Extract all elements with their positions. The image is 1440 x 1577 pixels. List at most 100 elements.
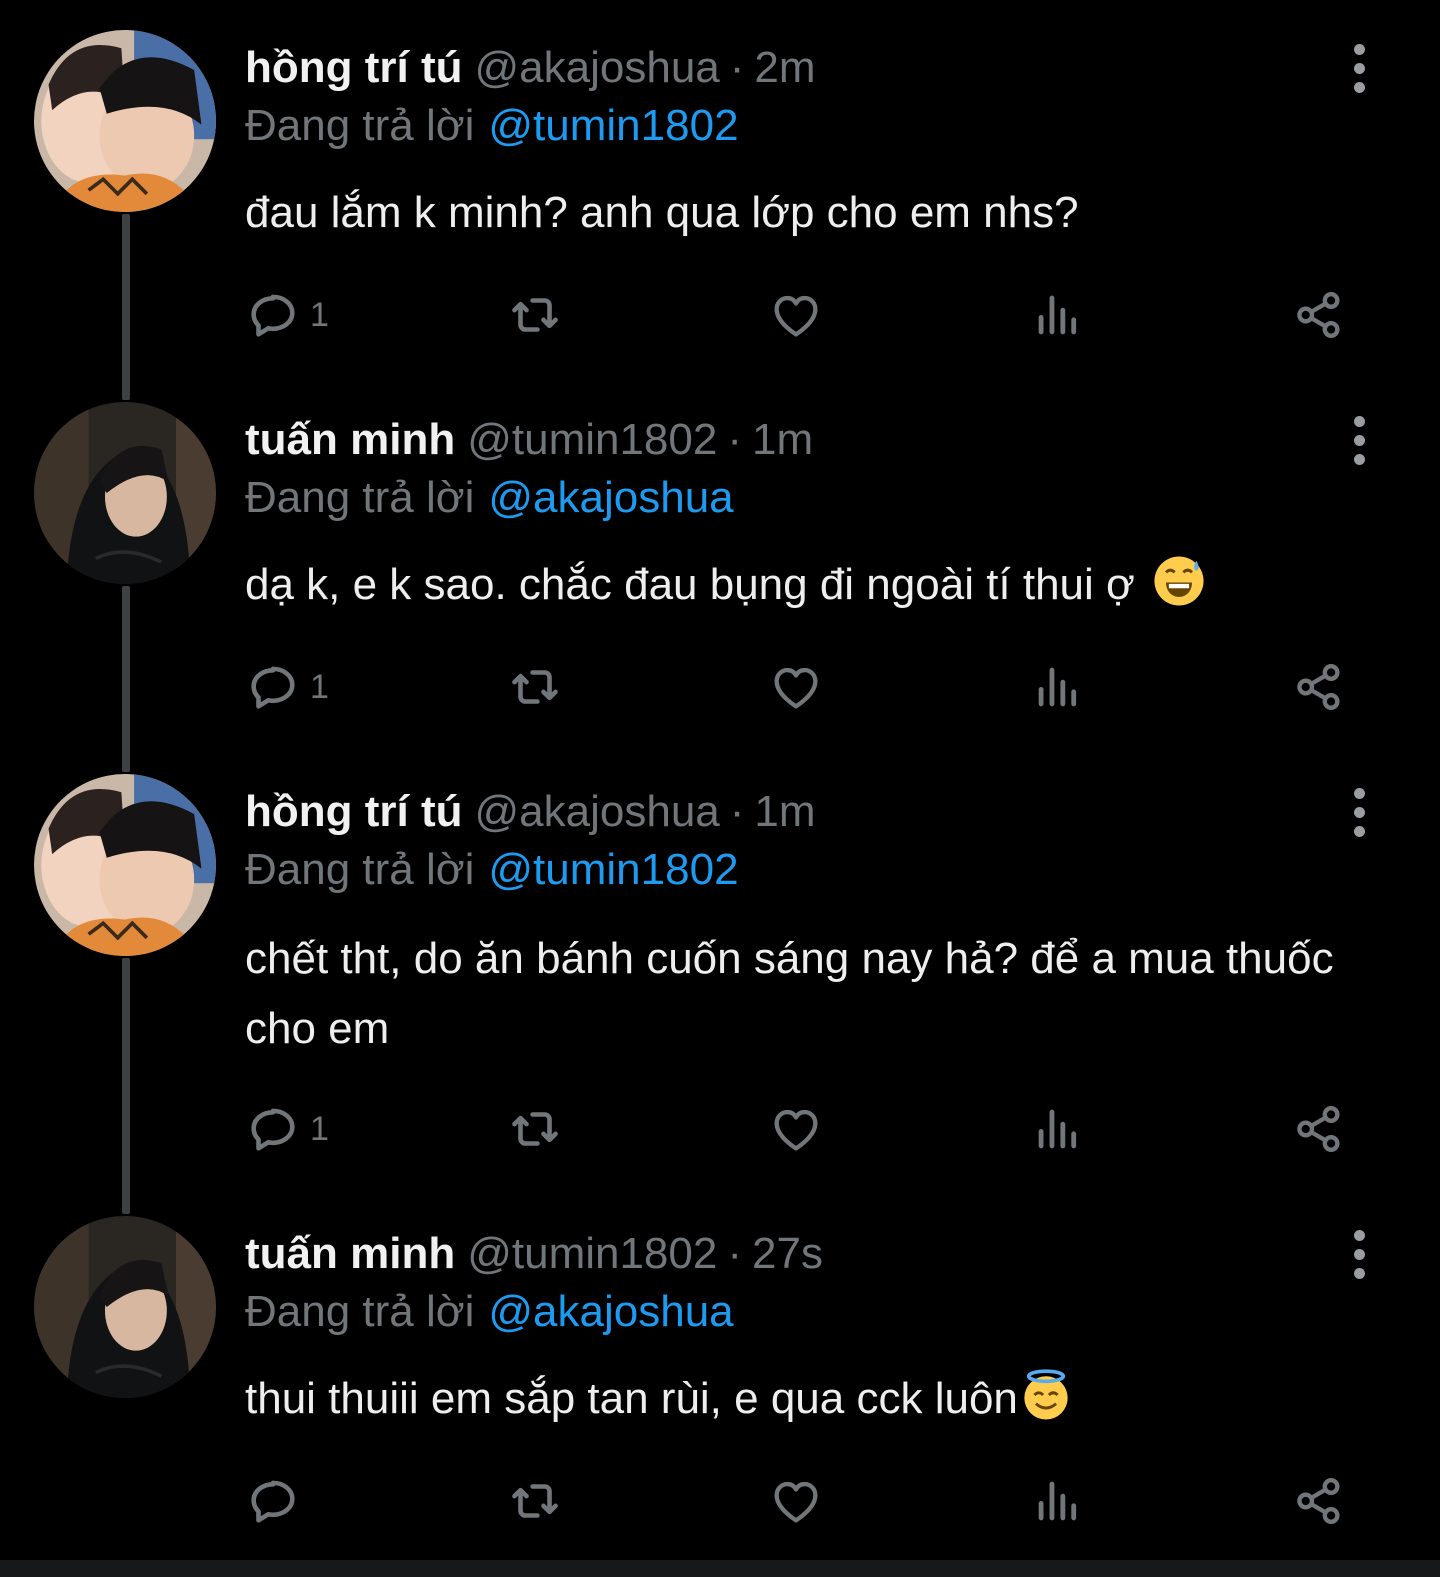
views-button[interactable] xyxy=(1029,652,1087,722)
display-name[interactable]: tuấn minh xyxy=(245,1226,455,1282)
replying-to: Đang trả lời @tumin1802 xyxy=(245,98,739,154)
avatar[interactable] xyxy=(34,402,216,584)
reply-button[interactable]: 1 xyxy=(244,280,329,350)
grinning-sweat-emoji-icon xyxy=(1154,556,1204,606)
share-icon xyxy=(1297,1106,1340,1152)
share-button[interactable] xyxy=(1290,1094,1348,1164)
timestamp[interactable]: 1m xyxy=(752,412,813,468)
avatar[interactable] xyxy=(34,30,216,212)
views-button[interactable] xyxy=(1029,1094,1087,1164)
views-button[interactable] xyxy=(1029,1466,1087,1536)
tweet-header: tuấn minh @tumin1802 · 1m xyxy=(245,412,813,468)
more-options-icon[interactable] xyxy=(1336,782,1382,842)
more-options-icon[interactable] xyxy=(1336,410,1382,470)
like-button[interactable] xyxy=(767,280,825,350)
views-icon xyxy=(1038,667,1077,707)
like-icon xyxy=(774,295,818,337)
tweet-actions xyxy=(0,1466,1440,1536)
retweet-button[interactable] xyxy=(506,1094,564,1164)
replying-to: Đang trả lời @akajoshua xyxy=(245,1284,734,1340)
user-handle[interactable]: @tumin1802 xyxy=(467,412,717,468)
share-icon xyxy=(1297,664,1340,710)
separator-dot: · xyxy=(729,787,745,836)
share-button[interactable] xyxy=(1290,280,1348,350)
tweet-text: dạ k, e k sao. chắc đau bụng đi ngoài tí… xyxy=(245,550,1375,620)
user-handle[interactable]: @akajoshua xyxy=(475,40,720,96)
retweet-icon xyxy=(512,1484,558,1518)
replying-to: Đang trả lời @tumin1802 xyxy=(245,842,739,898)
share-button[interactable] xyxy=(1290,1466,1348,1536)
timestamp[interactable]: 2m xyxy=(754,40,815,96)
tweet-header: hồng trí tú @akajoshua · 1m xyxy=(245,784,816,840)
tweet-text-content: dạ k, e k sao. chắc đau bụng đi ngoài tí… xyxy=(245,560,1135,609)
views-icon xyxy=(1038,295,1077,335)
avatar[interactable] xyxy=(34,1216,216,1398)
replying-to-label: Đang trả lời xyxy=(245,845,475,894)
bottom-edge-bar xyxy=(0,1560,1440,1577)
tweet-text: chết tht, do ăn bánh cuốn sáng nay hả? đ… xyxy=(245,924,1375,1064)
tweet-text: đau lắm k minh? anh qua lớp cho em nhs? xyxy=(245,178,1375,248)
display-name[interactable]: hồng trí tú xyxy=(245,784,463,840)
reply-icon xyxy=(251,294,295,337)
like-button[interactable] xyxy=(767,1094,825,1164)
timestamp[interactable]: 27s xyxy=(752,1226,823,1282)
display-name[interactable]: tuấn minh xyxy=(245,412,455,468)
like-button[interactable] xyxy=(767,652,825,722)
like-icon xyxy=(774,1109,818,1151)
reply-button[interactable]: 1 xyxy=(244,652,329,722)
like-icon xyxy=(774,1481,818,1523)
views-icon xyxy=(1038,1481,1077,1521)
like-button[interactable] xyxy=(767,1466,825,1536)
replying-to-label: Đang trả lời xyxy=(245,473,475,522)
retweet-icon xyxy=(512,670,558,704)
replying-to-handle[interactable]: @tumin1802 xyxy=(488,845,738,894)
tweet-header: hồng trí tú @akajoshua · 2m xyxy=(245,40,816,96)
tweet-actions: 1 xyxy=(0,1094,1440,1164)
tweet-header: tuấn minh @tumin1802 · 27s xyxy=(245,1226,823,1282)
replying-to-handle[interactable]: @tumin1802 xyxy=(488,101,738,150)
tweet[interactable]: hồng trí tú @akajoshua · 1m Đang trả lời… xyxy=(0,744,1440,1186)
tweet-text-content: chết tht, do ăn bánh cuốn sáng nay hả? đ… xyxy=(245,934,1334,1053)
reply-icon xyxy=(251,666,295,709)
tweet-text: thui thuiii em sắp tan rùi, e qua cck lu… xyxy=(245,1364,1375,1434)
like-icon xyxy=(774,667,818,709)
replying-to-label: Đang trả lời xyxy=(245,101,475,150)
reply-icon xyxy=(251,1480,295,1523)
retweet-button[interactable] xyxy=(506,280,564,350)
share-icon xyxy=(1297,1478,1340,1524)
conversation-thread: hồng trí tú @akajoshua · 2m Đang trả lời… xyxy=(0,0,1440,1577)
retweet-button[interactable] xyxy=(506,1466,564,1536)
reply-count: 1 xyxy=(310,1109,329,1148)
reply-button[interactable] xyxy=(244,1466,310,1536)
tweet-text-content: thui thuiii em sắp tan rùi, e qua cck lu… xyxy=(245,1374,1018,1423)
tweet[interactable]: tuấn minh @tumin1802 · 27s Đang trả lời @… xyxy=(0,1186,1440,1560)
reply-count: 1 xyxy=(310,667,329,706)
user-handle[interactable]: @tumin1802 xyxy=(467,1226,717,1282)
smiling-halo-emoji-icon xyxy=(1024,1369,1068,1420)
timestamp[interactable]: 1m xyxy=(754,784,815,840)
share-icon xyxy=(1297,292,1340,338)
display-name[interactable]: hồng trí tú xyxy=(245,40,463,96)
separator-dot: · xyxy=(727,1229,743,1278)
user-handle[interactable]: @akajoshua xyxy=(475,784,720,840)
retweet-button[interactable] xyxy=(506,652,564,722)
replying-to-handle[interactable]: @akajoshua xyxy=(488,1287,733,1336)
reply-count: 1 xyxy=(310,295,329,334)
replying-to: Đang trả lời @akajoshua xyxy=(245,470,734,526)
replying-to-label: Đang trả lời xyxy=(245,1287,475,1336)
replying-to-handle[interactable]: @akajoshua xyxy=(488,473,733,522)
more-options-icon[interactable] xyxy=(1336,38,1382,98)
tweet-actions: 1 xyxy=(0,280,1440,350)
retweet-icon xyxy=(512,298,558,332)
share-button[interactable] xyxy=(1290,652,1348,722)
more-options-icon[interactable] xyxy=(1336,1224,1382,1284)
retweet-icon xyxy=(512,1112,558,1146)
avatar[interactable] xyxy=(34,774,216,956)
reply-button[interactable]: 1 xyxy=(244,1094,329,1164)
views-button[interactable] xyxy=(1029,280,1087,350)
tweet-text-content: đau lắm k minh? anh qua lớp cho em nhs? xyxy=(245,188,1079,237)
tweet[interactable]: tuấn minh @tumin1802 · 1m Đang trả lời @a… xyxy=(0,372,1440,744)
tweet[interactable]: hồng trí tú @akajoshua · 2m Đang trả lời… xyxy=(0,0,1440,372)
separator-dot: · xyxy=(727,415,743,464)
reply-icon xyxy=(251,1108,295,1151)
